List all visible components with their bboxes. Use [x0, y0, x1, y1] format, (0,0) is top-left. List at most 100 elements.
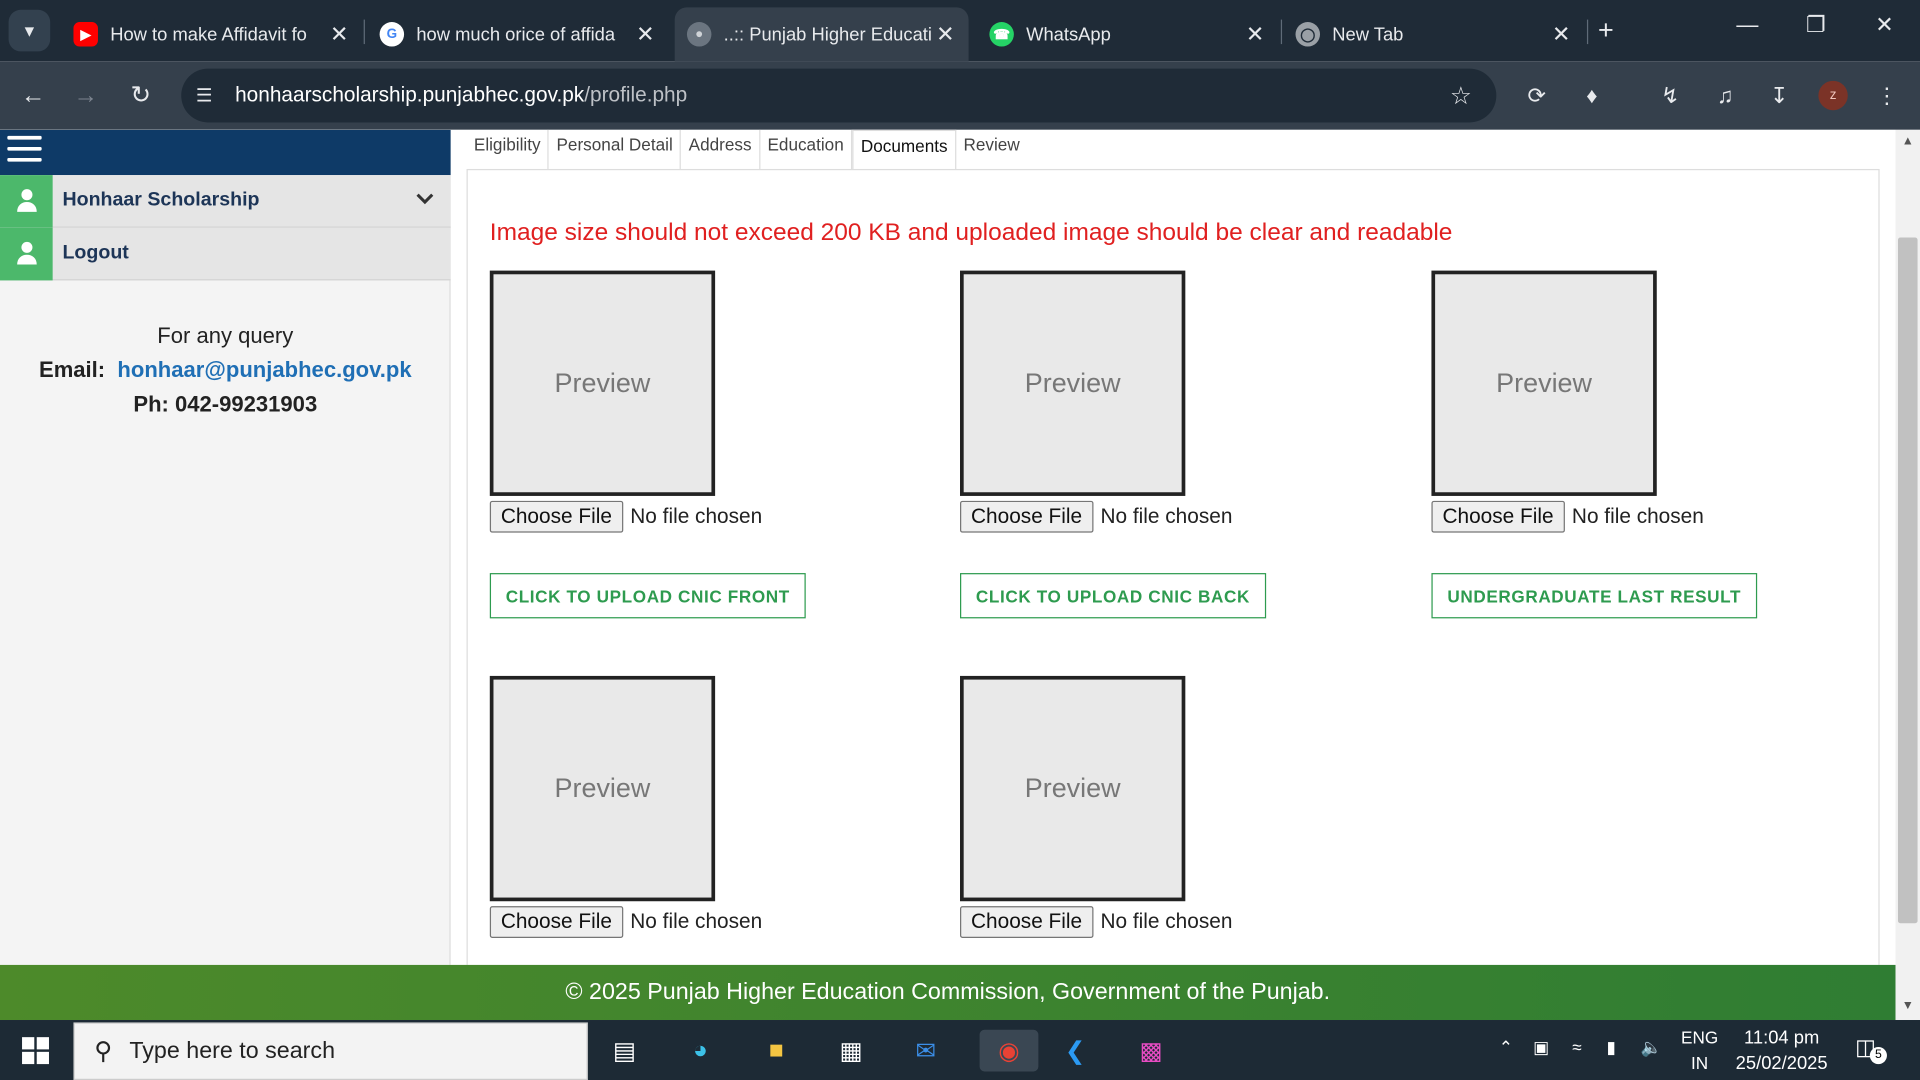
- sidebar-item-label: Honhaar Scholarship: [62, 189, 260, 211]
- lang-top: ENG: [1681, 1027, 1719, 1047]
- restore-button[interactable]: ❐: [1791, 12, 1840, 38]
- reload-button[interactable]: ↻: [124, 78, 158, 112]
- task-view-icon[interactable]: ▤: [602, 1030, 646, 1072]
- minimize-button[interactable]: —: [1723, 12, 1772, 38]
- lang-bottom: IN: [1691, 1053, 1709, 1073]
- back-button[interactable]: ←: [16, 78, 50, 112]
- wifi-icon[interactable]: ≈: [1572, 1037, 1581, 1057]
- meet-icon[interactable]: ▣: [1533, 1037, 1549, 1058]
- store-icon[interactable]: ▦: [829, 1030, 873, 1072]
- browser-tab[interactable]: ☎ WhatsApp ✕: [977, 7, 1278, 61]
- form-tabs: Eligibility Personal Detail Address Educ…: [467, 129, 1028, 171]
- file-explorer-icon[interactable]: ■: [754, 1030, 798, 1072]
- tab-documents[interactable]: Documents: [852, 129, 957, 171]
- notification-icon[interactable]: ◫ 5: [1855, 1035, 1887, 1065]
- performance-icon[interactable]: ↯: [1656, 81, 1685, 110]
- edge-icon[interactable]: ◕: [678, 1030, 722, 1072]
- user-icon: [0, 227, 53, 280]
- scrollbar-thumb[interactable]: [1897, 237, 1918, 924]
- profile-avatar[interactable]: z: [1818, 80, 1848, 111]
- clock-time: 11:04 pm: [1744, 1027, 1820, 1049]
- tab-eligibility[interactable]: Eligibility: [467, 129, 550, 171]
- chrome-icon[interactable]: ◉: [979, 1029, 1039, 1072]
- sync-icon[interactable]: ⟳: [1522, 81, 1551, 110]
- choose-file-button[interactable]: Choose File: [489, 500, 623, 533]
- extensions-icon[interactable]: ♦: [1577, 81, 1606, 110]
- close-icon[interactable]: ✕: [632, 21, 659, 47]
- download-icon[interactable]: ↧: [1765, 81, 1794, 110]
- browser-tab[interactable]: ▶ How to make Affidavit fo ✕: [61, 7, 362, 61]
- choose-file-button[interactable]: Choose File: [960, 500, 1094, 533]
- tab-education[interactable]: Education: [760, 129, 853, 171]
- choose-file-button[interactable]: Choose File: [960, 906, 1094, 938]
- chevron-down-icon[interactable]: [416, 190, 434, 212]
- choose-file-button[interactable]: Choose File: [1431, 500, 1565, 533]
- tab-search-button[interactable]: ▼: [8, 9, 51, 52]
- vertical-scrollbar[interactable]: ▲ ▼: [1895, 129, 1920, 1021]
- upload-slot-cnic-back: Preview Choose File No file chosen: [960, 270, 1278, 533]
- sidebar-header: [0, 129, 451, 176]
- tab-title: WhatsApp: [1026, 23, 1111, 45]
- undergraduate-last-result-button[interactable]: UNDERGRADUATE LAST RESULT: [1431, 573, 1758, 619]
- sidebar-item-logout[interactable]: Logout: [0, 227, 451, 281]
- tab-review[interactable]: Review: [956, 130, 1027, 170]
- new-tab-button[interactable]: +: [1598, 15, 1614, 47]
- tab-title: ..:: Punjab Higher Educati: [723, 23, 932, 45]
- bookmark-star-icon[interactable]: ☆: [1450, 81, 1472, 112]
- window-close-button[interactable]: ✕: [1860, 12, 1909, 38]
- email-link[interactable]: honhaar@punjabhec.gov.pk: [117, 358, 411, 382]
- browser-tab[interactable]: G how much orice of affida ✕: [367, 7, 668, 61]
- menu-icon[interactable]: ⋮: [1872, 81, 1901, 110]
- url-path: /profile.php: [584, 83, 688, 107]
- close-icon[interactable]: ✕: [326, 21, 353, 47]
- sidebar-item-label: Logout: [62, 242, 129, 264]
- upload-cnic-back-button[interactable]: CLICK TO UPLOAD CNIC BACK: [960, 573, 1266, 619]
- contact-info: For any query Email: honhaar@punjabhec.g…: [0, 318, 451, 421]
- url-text[interactable]: honhaarscholarship.punjabhec.gov.pk/prof…: [235, 83, 687, 107]
- tray-chevron-icon[interactable]: ⌃: [1499, 1037, 1513, 1058]
- image-preview: Preview: [489, 270, 716, 496]
- language-indicator[interactable]: ENG IN: [1678, 1025, 1722, 1076]
- mail-icon[interactable]: ✉: [904, 1030, 948, 1072]
- media-icon[interactable]: ♫: [1711, 81, 1740, 110]
- file-status: No file chosen: [1100, 909, 1233, 934]
- system-clock[interactable]: 11:04 pm 25/02/2025: [1720, 1025, 1842, 1076]
- sidebar: Honhaar Scholarship Logout For any query…: [0, 129, 451, 965]
- sidebar-item-honhaar-scholarship[interactable]: Honhaar Scholarship: [0, 174, 451, 228]
- windows-start-icon[interactable]: [22, 1037, 49, 1065]
- image-preview: Preview: [960, 270, 1186, 496]
- choose-file-button[interactable]: Choose File: [489, 906, 623, 938]
- whatsapp-icon: ☎: [989, 22, 1014, 47]
- close-icon[interactable]: ✕: [932, 21, 959, 47]
- forward-button[interactable]: →: [69, 78, 103, 112]
- documents-panel: Image size should not exceed 200 KB and …: [466, 168, 1880, 965]
- file-status: No file chosen: [1100, 504, 1233, 528]
- hamburger-icon[interactable]: [7, 135, 42, 169]
- notification-count: 5: [1869, 1046, 1887, 1065]
- site-info-icon[interactable]: ☰: [196, 84, 220, 107]
- url-host: honhaarscholarship.punjabhec.gov.pk: [235, 83, 585, 107]
- vscode-icon[interactable]: ❮: [1053, 1030, 1097, 1072]
- search-placeholder: Type here to search: [129, 1037, 336, 1064]
- volume-icon[interactable]: 🔈: [1641, 1037, 1662, 1058]
- tab-address[interactable]: Address: [681, 129, 761, 171]
- clock-date: 25/02/2025: [1735, 1053, 1828, 1074]
- query-title: For any query: [157, 323, 294, 348]
- scroll-down-icon[interactable]: ▼: [1896, 999, 1920, 1012]
- close-icon[interactable]: ✕: [1242, 21, 1269, 47]
- chevron-down-icon: ▼: [21, 21, 38, 40]
- image-preview: Preview: [1431, 270, 1657, 496]
- upload-cnic-front-button[interactable]: CLICK TO UPLOAD CNIC FRONT: [489, 573, 806, 619]
- browser-tab[interactable]: ◯ New Tab ✕: [1283, 7, 1584, 61]
- address-bar[interactable]: ☰ honhaarscholarship.punjabhec.gov.pk/pr…: [181, 68, 1497, 123]
- search-icon: ⚲: [94, 1038, 113, 1066]
- browser-tab-active[interactable]: ● ..:: Punjab Higher Educati ✕: [674, 7, 969, 62]
- tab-personal-detail[interactable]: Personal Detail: [549, 129, 682, 171]
- battery-icon[interactable]: ▮: [1607, 1037, 1616, 1058]
- taskbar-search[interactable]: ⚲ Type here to search: [73, 1022, 588, 1080]
- terminal-icon[interactable]: ▩: [1129, 1030, 1173, 1072]
- scroll-up-icon[interactable]: ▲: [1896, 135, 1920, 148]
- user-icon: [0, 174, 53, 228]
- close-icon[interactable]: ✕: [1548, 21, 1575, 47]
- page-footer: © 2025 Punjab Higher Education Commissio…: [0, 964, 1896, 1021]
